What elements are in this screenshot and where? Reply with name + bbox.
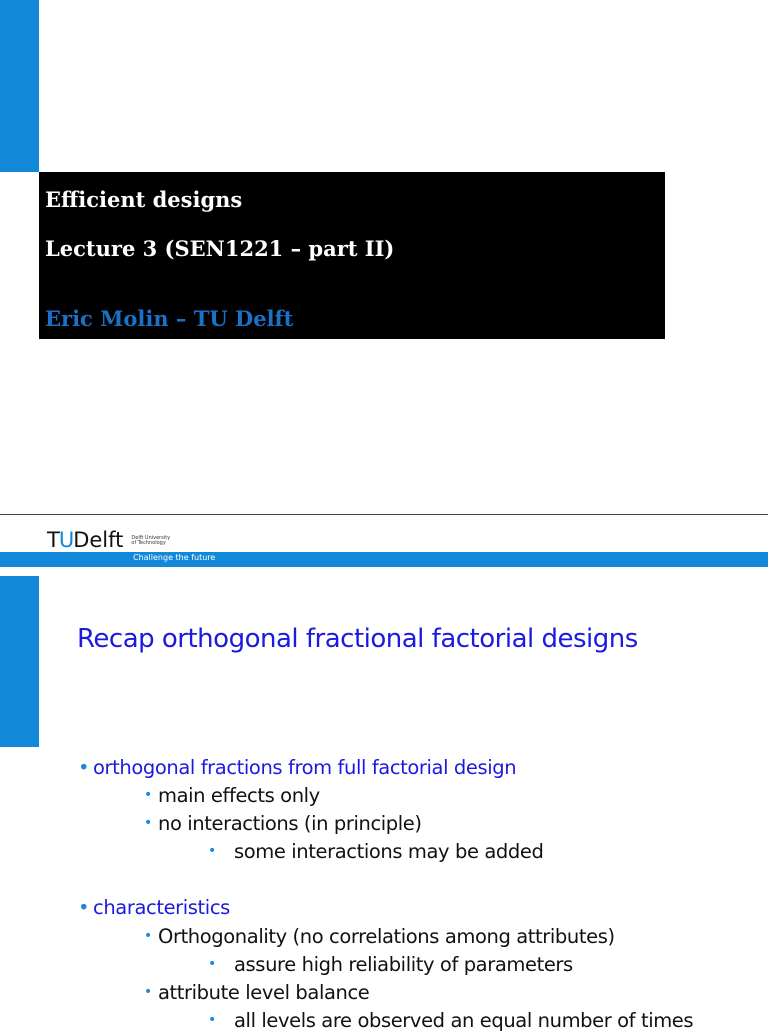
bullet-text: some interactions may be added xyxy=(234,840,544,863)
tudelft-logo: TU Delft Delft University of Technology xyxy=(47,528,171,552)
bullet-text: characteristics xyxy=(93,896,230,919)
slide-title: Recap orthogonal fractional factorial de… xyxy=(77,624,638,654)
bullet-dot-icon: • xyxy=(208,956,216,972)
cover-title: Efficient designs xyxy=(45,187,243,212)
bullet-dot-icon: • xyxy=(208,843,216,859)
bullet-text: all levels are observed an equal number … xyxy=(234,1009,694,1032)
cover-author: Eric Molin – TU Delft xyxy=(45,306,294,331)
tagline: Challenge the future xyxy=(133,553,216,562)
logo-wordmark: TU xyxy=(47,528,74,552)
accent-bar-top xyxy=(0,0,39,172)
bullet-text: Orthogonality (no correlations among att… xyxy=(158,925,615,948)
bullet-text: orthogonal fractions from full factorial… xyxy=(93,756,517,779)
bullet-dot-icon: • xyxy=(144,815,152,831)
bullet-dot-icon: • xyxy=(78,756,90,779)
bullet-dot-icon: • xyxy=(208,1012,216,1028)
slide-divider xyxy=(0,514,768,515)
bullet-text: attribute level balance xyxy=(158,981,370,1004)
cover-title-box: Efficient designs Lecture 3 (SEN1221 – p… xyxy=(39,172,665,339)
bullet-dot-icon: • xyxy=(144,928,152,944)
bullet-dot-icon: • xyxy=(78,896,90,919)
bullet-text: no interactions (in principle) xyxy=(158,812,422,835)
bullet-dot-icon: • xyxy=(144,787,152,803)
bullet-dot-icon: • xyxy=(144,984,152,1000)
bullet-text: assure high reliability of parameters xyxy=(234,953,573,976)
logo-small-text: Delft University of Technology xyxy=(131,535,171,546)
accent-bar-slide xyxy=(0,576,39,747)
cover-subtitle: Lecture 3 (SEN1221 – part II) xyxy=(45,236,395,261)
header-band: Challenge the future xyxy=(0,552,768,567)
bullet-text: main effects only xyxy=(158,784,320,807)
